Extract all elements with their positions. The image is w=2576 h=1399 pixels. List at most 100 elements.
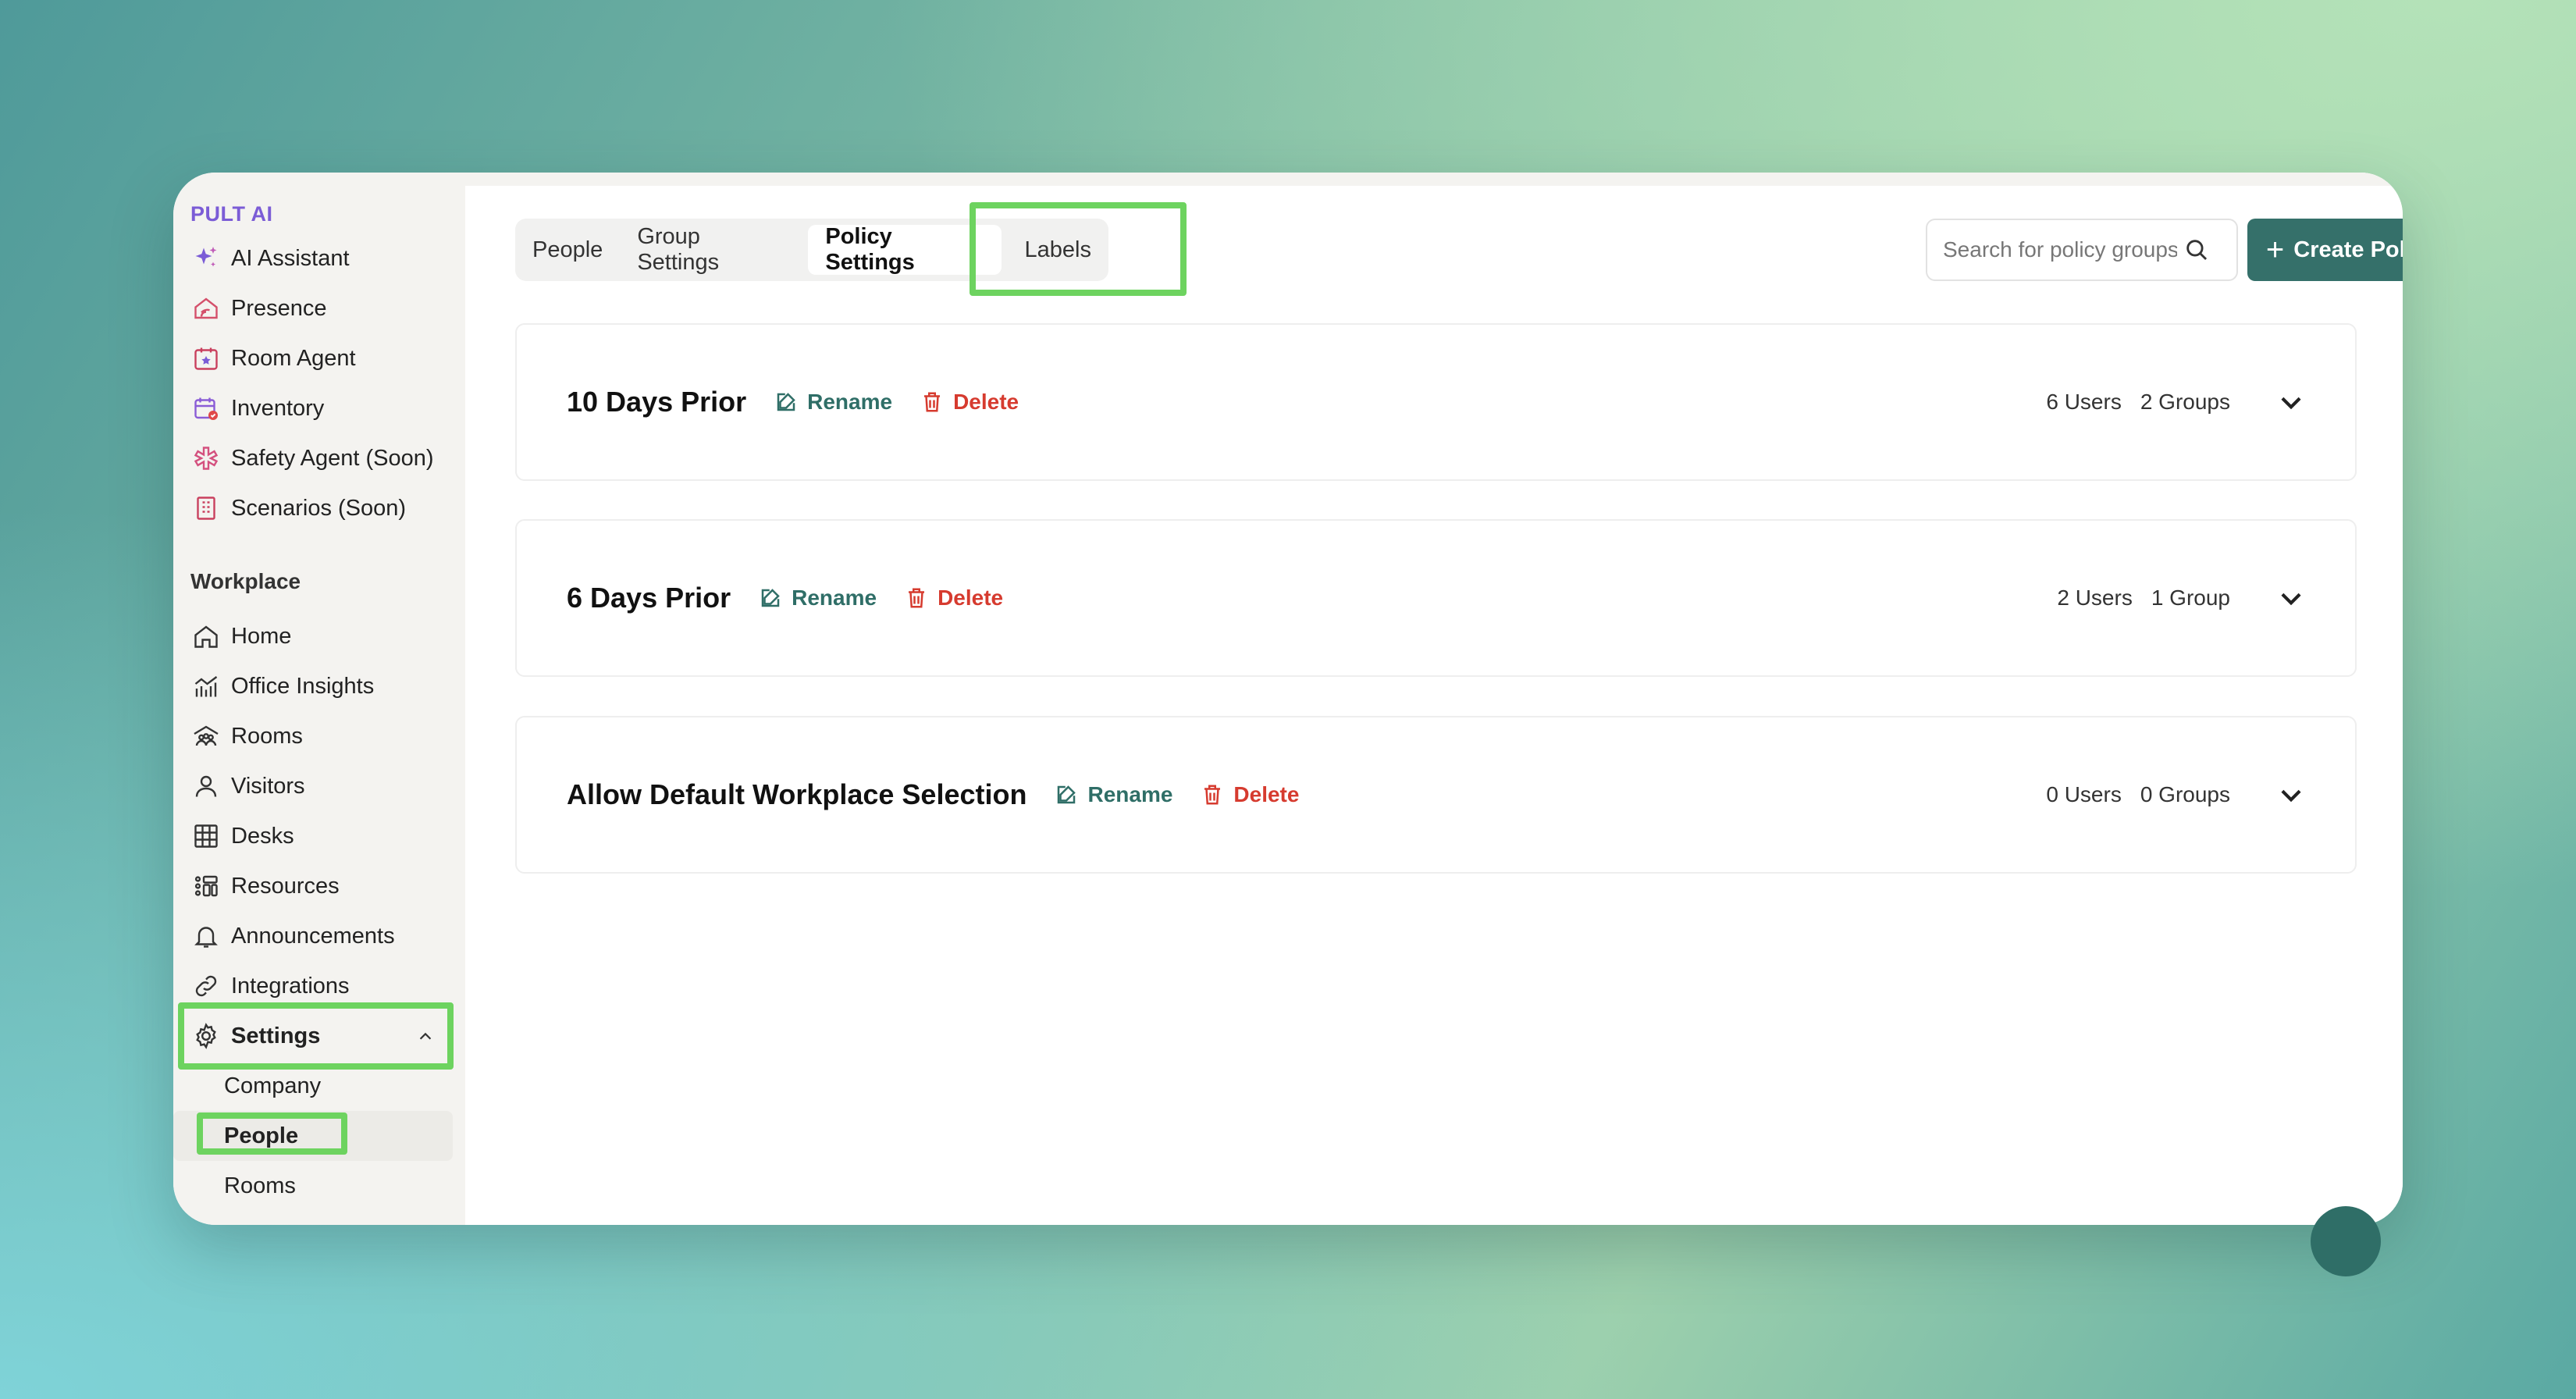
sidebar-item-presence[interactable]: Presence bbox=[173, 283, 465, 333]
resources-icon bbox=[190, 870, 222, 902]
settings-tabs: People Group Settings Policy Settings La… bbox=[515, 219, 1108, 281]
sidebar-item-label: Desks bbox=[231, 823, 294, 849]
chevron-down-icon bbox=[2281, 397, 2301, 410]
sidebar-item-label: Visitors bbox=[231, 773, 305, 799]
sidebar-item-safety-agent[interactable]: Safety Agent (Soon) bbox=[173, 433, 465, 483]
top-strip bbox=[465, 173, 2403, 186]
tab-group-settings[interactable]: Group Settings bbox=[620, 219, 802, 281]
section-title-workplace: Workplace bbox=[190, 569, 301, 593]
sidebar-item-integrations[interactable]: Integrations bbox=[173, 961, 465, 1011]
sidebar-item-label: Presence bbox=[231, 295, 327, 321]
edit-icon bbox=[1058, 785, 1076, 804]
delete-button[interactable]: Delete bbox=[920, 390, 1019, 415]
building-icon bbox=[190, 493, 222, 524]
calendar-check-icon bbox=[190, 393, 222, 424]
link-icon bbox=[190, 970, 222, 1002]
sidebar-item-rooms[interactable]: Rooms bbox=[173, 711, 465, 761]
expand-button[interactable] bbox=[2275, 386, 2307, 418]
policy-group-name: 6 Days Prior bbox=[567, 582, 731, 614]
policy-group-stats: 6 Users 2 Groups bbox=[2046, 390, 2230, 415]
rename-label: Rename bbox=[792, 586, 877, 610]
sidebar-subitem-company[interactable]: Company bbox=[173, 1061, 465, 1111]
trash-icon bbox=[909, 588, 925, 608]
rename-button[interactable]: Rename bbox=[759, 586, 877, 611]
delete-button[interactable]: Delete bbox=[905, 586, 1003, 611]
rename-label: Rename bbox=[807, 390, 893, 414]
chart-icon bbox=[190, 671, 222, 702]
sidebar-item-label: AI Assistant bbox=[231, 245, 350, 271]
rooms-icon bbox=[190, 721, 222, 752]
group-count: 2 Groups bbox=[2140, 390, 2230, 414]
policy-group-card: 10 Days Prior Rename Delete 6 Users 2 Gr… bbox=[515, 323, 2357, 481]
sidebar-item-visitors[interactable]: Visitors bbox=[173, 761, 465, 811]
tab-people[interactable]: People bbox=[515, 219, 620, 281]
sidebar-item-home[interactable]: Home bbox=[173, 611, 465, 661]
group-count: 0 Groups bbox=[2140, 782, 2230, 806]
chevron-up-icon[interactable] bbox=[417, 1028, 434, 1045]
edit-icon bbox=[761, 589, 780, 607]
asterisk-icon bbox=[190, 443, 222, 474]
sidebar-item-inventory[interactable]: Inventory bbox=[173, 383, 465, 433]
bell-icon bbox=[190, 920, 222, 952]
sidebar-item-label: Resources bbox=[231, 873, 340, 899]
rename-button[interactable]: Rename bbox=[774, 390, 892, 415]
delete-label: Delete bbox=[1233, 782, 1300, 806]
expand-button[interactable] bbox=[2275, 779, 2307, 810]
sidebar-item-scenarios[interactable]: Scenarios (Soon) bbox=[173, 483, 465, 533]
user-count: 6 Users bbox=[2046, 390, 2122, 414]
gear-icon bbox=[190, 1020, 222, 1052]
sidebar-item-label: Scenarios (Soon) bbox=[231, 495, 407, 521]
delete-label: Delete bbox=[938, 586, 1004, 610]
search-icon[interactable] bbox=[2183, 237, 2210, 263]
home-signal-icon bbox=[190, 293, 222, 324]
sidebar-item-office-insights[interactable]: Office Insights bbox=[173, 661, 465, 711]
policy-group-name: 10 Days Prior bbox=[567, 386, 747, 418]
sidebar-item-desks[interactable]: Desks bbox=[173, 811, 465, 861]
create-policy-group-label: Create Policy Group bbox=[2293, 237, 2403, 262]
user-icon bbox=[190, 771, 222, 802]
tab-labels[interactable]: Labels bbox=[1008, 219, 1108, 281]
help-chat-button[interactable] bbox=[2311, 1206, 2381, 1276]
chevron-down-icon bbox=[2281, 593, 2301, 606]
sidebar-item-label: Safety Agent (Soon) bbox=[231, 445, 434, 471]
sidebar-item-label: Integrations bbox=[231, 973, 350, 999]
brand-label: PULT AI bbox=[190, 202, 273, 226]
expand-button[interactable] bbox=[2275, 582, 2307, 614]
sidebar-item-room-agent[interactable]: Room Agent bbox=[173, 333, 465, 383]
trash-icon bbox=[924, 392, 941, 412]
desk-grid-icon bbox=[190, 821, 222, 852]
sidebar-item-settings[interactable]: Settings bbox=[173, 1011, 465, 1061]
user-count: 0 Users bbox=[2046, 782, 2122, 806]
sidebar-item-label: Office Insights bbox=[231, 673, 375, 699]
sidebar-item-ai-assistant[interactable]: AI Assistant bbox=[173, 233, 465, 283]
sidebar-subitem-rooms[interactable]: Rooms bbox=[173, 1161, 465, 1211]
rename-button[interactable]: Rename bbox=[1055, 782, 1172, 807]
sidebar-item-label: Rooms bbox=[231, 723, 303, 749]
sidebar-item-label: Inventory bbox=[231, 395, 325, 421]
policy-search bbox=[1926, 219, 2238, 281]
policy-group-name: Allow Default Workplace Selection bbox=[567, 778, 1027, 810]
edit-icon bbox=[777, 393, 795, 411]
trash-icon bbox=[1204, 785, 1221, 805]
tab-policy-settings[interactable]: Policy Settings bbox=[808, 224, 1002, 275]
create-policy-group-button[interactable]: + Create Policy Group bbox=[2247, 219, 2403, 281]
policy-group-card: Allow Default Workplace Selection Rename… bbox=[515, 716, 2357, 874]
sidebar-item-announcements[interactable]: Announcements bbox=[173, 911, 465, 961]
policy-group-card: 6 Days Prior Rename Delete 2 Users 1 Gro… bbox=[515, 519, 2357, 677]
sidebar-item-resources[interactable]: Resources bbox=[173, 861, 465, 911]
sidebar-item-label: Settings bbox=[231, 1023, 321, 1048]
sidebar-item-label: Home bbox=[231, 623, 292, 649]
app-window: PULT AI AI Assistant Presence Room Agent… bbox=[173, 173, 2403, 1225]
sparkle-icon bbox=[190, 243, 222, 274]
sidebar-subitem-people[interactable]: People bbox=[173, 1111, 453, 1161]
user-count: 2 Users bbox=[2057, 586, 2133, 610]
sidebar-item-label: Announcements bbox=[231, 923, 395, 949]
delete-button[interactable]: Delete bbox=[1201, 782, 1299, 807]
sidebar: PULT AI AI Assistant Presence Room Agent… bbox=[173, 173, 465, 1225]
group-count: 1 Group bbox=[2151, 586, 2230, 610]
search-input[interactable] bbox=[1943, 237, 2177, 262]
plus-icon: + bbox=[2265, 233, 2285, 267]
chevron-down-icon bbox=[2281, 789, 2301, 803]
policy-group-stats: 2 Users 1 Group bbox=[2057, 586, 2230, 611]
calendar-star-icon bbox=[190, 343, 222, 374]
